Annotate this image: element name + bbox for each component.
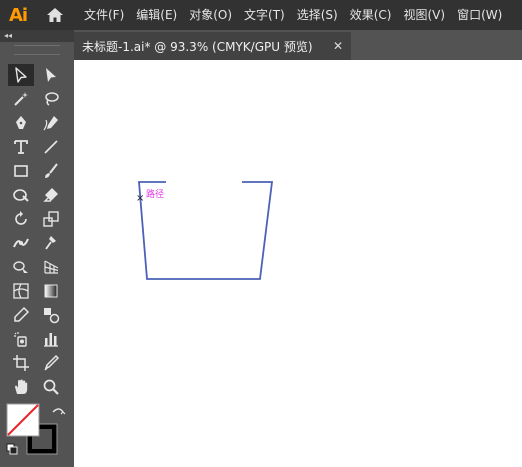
blend-tool-icon[interactable] — [38, 304, 64, 326]
anchor-point-marker: × — [136, 193, 145, 204]
menu-list: 文件(F) 编辑(E) 对象(O) 文字(T) 选择(S) 效果(C) 视图(V… — [78, 0, 508, 30]
selection-tool-icon[interactable] — [8, 64, 34, 86]
menu-window[interactable]: 窗口(W) — [451, 0, 508, 30]
lasso-tool-icon[interactable] — [38, 88, 64, 110]
menu-edit[interactable]: 编辑(E) — [130, 0, 183, 30]
gradient-tool-icon[interactable] — [38, 280, 64, 302]
column-graph-tool-icon[interactable] — [38, 328, 64, 350]
menu-view[interactable]: 视图(V) — [397, 0, 451, 30]
artboard-tool-icon[interactable] — [8, 352, 34, 374]
swap-fill-stroke-icon[interactable] — [52, 408, 66, 415]
tools-panel: ◂◂ — [0, 30, 74, 467]
eraser-tool-icon[interactable] — [38, 184, 64, 206]
close-icon[interactable]: ✕ — [333, 39, 343, 53]
menu-type[interactable]: 文字(T) — [238, 0, 291, 30]
menu-bar: Ai 文件(F) 编辑(E) 对象(O) 文字(T) 选择(S) 效果(C) 视… — [0, 0, 522, 30]
fill-stroke-swatches — [5, 402, 69, 466]
artwork — [138, 181, 274, 280]
symbol-sprayer-tool-icon[interactable] — [8, 328, 34, 350]
line-segment-tool-icon[interactable] — [38, 136, 64, 158]
eyedropper-tool-icon[interactable] — [8, 304, 34, 326]
hand-tool-icon[interactable] — [8, 376, 34, 398]
direct-selection-tool-icon[interactable] — [38, 64, 64, 86]
tab-document[interactable]: 未标题-1.ai* @ 93.3% (CMYK/GPU 预览) ✕ — [74, 32, 351, 60]
rectangle-tool-icon[interactable] — [8, 160, 34, 182]
rotate-tool-icon[interactable] — [8, 208, 34, 230]
magic-wand-tool-icon[interactable] — [8, 88, 34, 110]
menu-file[interactable]: 文件(F) — [78, 0, 130, 30]
artboard-canvas[interactable]: × 路径 — [74, 60, 522, 467]
puppet-warp-tool-icon[interactable] — [38, 232, 64, 254]
smart-guide-label: 路径 — [146, 190, 165, 200]
paintbrush-tool-icon[interactable] — [38, 160, 64, 182]
slice-tool-icon[interactable] — [38, 352, 64, 374]
toolbar-collapse-button[interactable]: ◂◂ — [0, 30, 74, 42]
shape-builder-tool-icon[interactable] — [8, 256, 34, 278]
mesh-tool-icon[interactable] — [8, 280, 34, 302]
menu-effect[interactable]: 效果(C) — [344, 0, 398, 30]
menu-object[interactable]: 对象(O) — [183, 0, 238, 30]
scale-tool-icon[interactable] — [38, 208, 64, 230]
perspective-grid-tool-icon[interactable] — [38, 256, 64, 278]
curvature-tool-icon[interactable] — [38, 112, 64, 134]
shaper-tool-icon[interactable] — [8, 184, 34, 206]
toolbar-grip[interactable] — [14, 45, 60, 55]
home-icon[interactable] — [40, 0, 70, 30]
default-fill-stroke-icon[interactable] — [6, 443, 18, 455]
pen-tool-icon[interactable] — [8, 112, 34, 134]
tab-document-title: 未标题-1.ai* @ 93.3% (CMYK/GPU 预览) — [82, 39, 313, 54]
type-tool-icon[interactable] — [8, 136, 34, 158]
fill-swatch[interactable] — [6, 403, 40, 437]
width-tool-icon[interactable] — [8, 232, 34, 254]
app-logo: Ai — [8, 4, 28, 26]
zoom-tool-icon[interactable] — [38, 376, 64, 398]
document-tab-bar: 未标题-1.ai* @ 93.3% (CMYK/GPU 预览) ✕ — [74, 30, 522, 60]
menu-select[interactable]: 选择(S) — [291, 0, 344, 30]
